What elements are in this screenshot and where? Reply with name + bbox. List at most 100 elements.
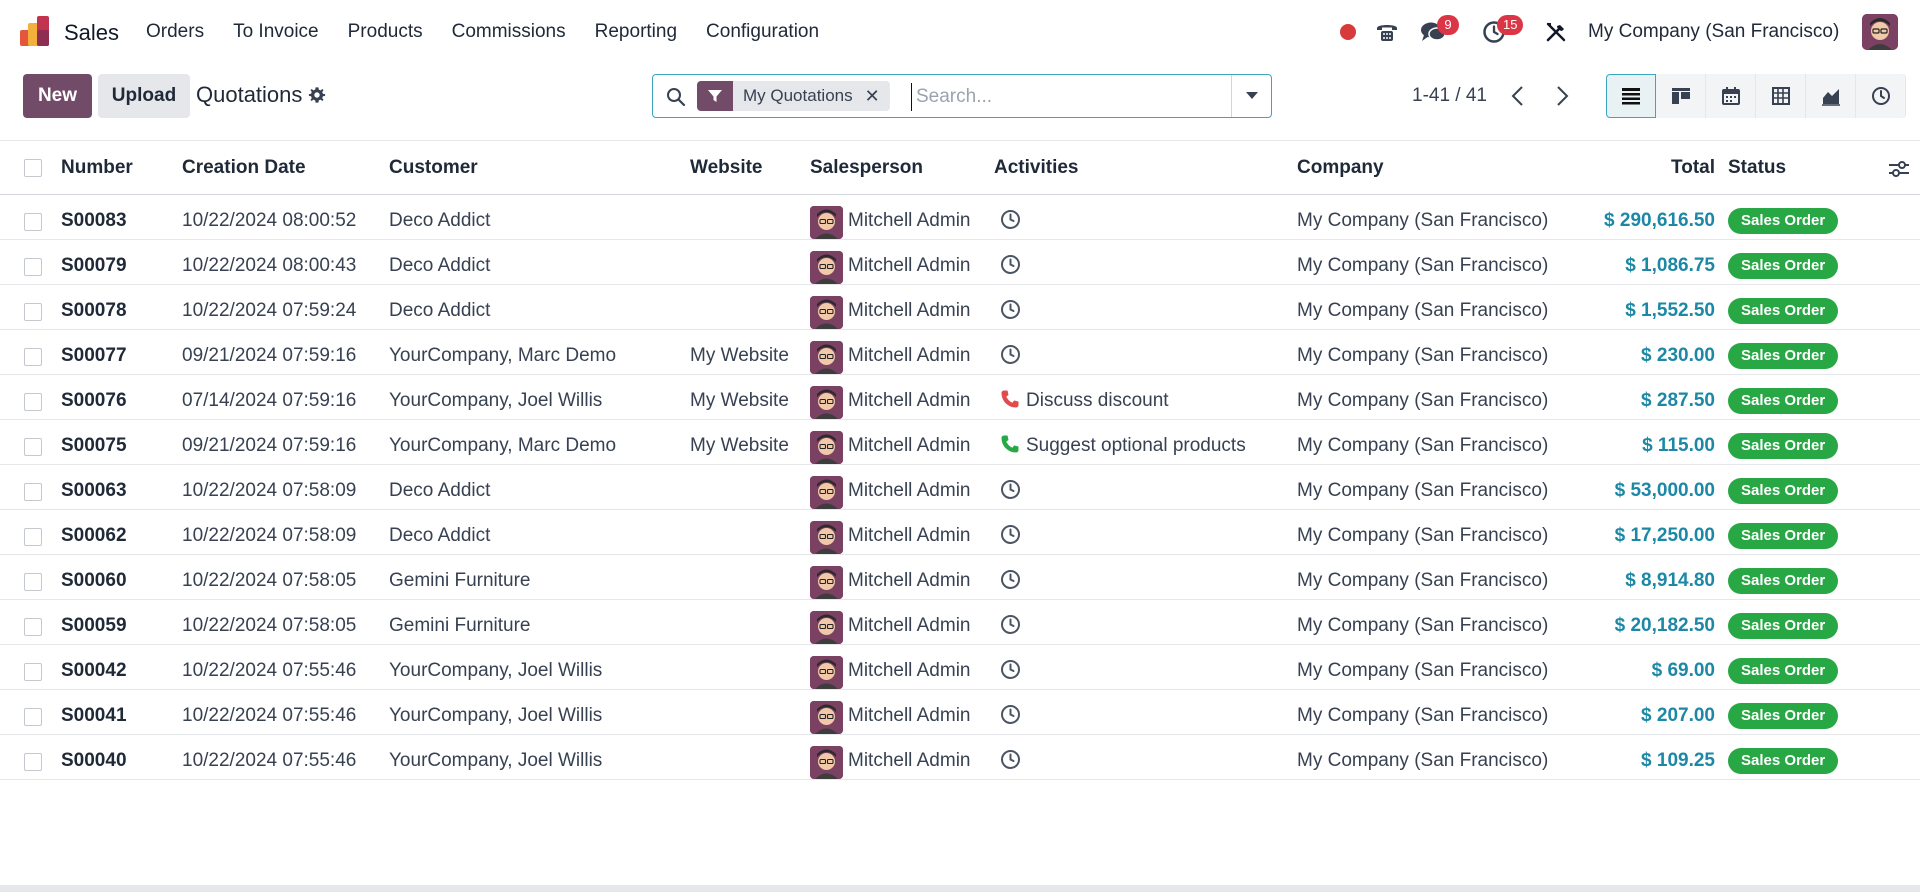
row-checkbox[interactable] [24,348,42,366]
menu-orders[interactable]: Orders [146,21,204,43]
row-checkbox[interactable] [24,753,42,771]
table-row[interactable]: S00078 10/22/2024 07:59:24 Deco Addict M… [0,285,1920,330]
row-checkbox[interactable] [24,303,42,321]
sales-app-logo-icon[interactable] [20,16,52,46]
row-checkbox[interactable] [24,438,42,456]
header-customer[interactable]: Customer [389,157,478,179]
creation-date: 10/22/2024 07:58:05 [182,570,357,591]
pivot-view-button[interactable] [1756,74,1806,118]
header-number[interactable]: Number [61,157,133,179]
menu-to-invoice[interactable]: To Invoice [233,21,319,43]
pager-next-icon[interactable] [1552,84,1572,108]
optional-columns-icon[interactable] [1888,160,1910,178]
header-website[interactable]: Website [690,157,763,179]
header-salesperson[interactable]: Salesperson [810,157,923,179]
table-row[interactable]: S00063 10/22/2024 07:58:09 Deco Addict M… [0,465,1920,510]
search-icon[interactable] [666,87,686,107]
caret-down-icon [1245,92,1258,99]
header-company[interactable]: Company [1297,157,1384,179]
main-menu: Orders To Invoice Products Commissions R… [146,21,848,43]
header-status[interactable]: Status [1728,157,1786,179]
clock-icon[interactable] [1000,659,1021,680]
activity-view-button[interactable] [1856,74,1906,118]
table-row[interactable]: S00083 10/22/2024 08:00:52 Deco Addict M… [0,195,1920,240]
table-row[interactable]: S00079 10/22/2024 08:00:43 Deco Addict M… [0,240,1920,285]
row-checkbox[interactable] [24,258,42,276]
pager-previous-icon[interactable] [1508,84,1528,108]
row-checkbox[interactable] [24,528,42,546]
remove-facet-icon[interactable]: ✕ [865,86,890,107]
row-checkbox[interactable] [24,393,42,411]
table-row[interactable]: S00040 10/22/2024 07:55:46 YourCompany, … [0,735,1920,780]
list-icon [1622,88,1640,105]
clock-icon[interactable] [1000,299,1021,320]
phone-icon[interactable] [1374,19,1400,45]
salesperson-avatar [810,656,843,689]
list-view-button[interactable] [1606,74,1656,118]
company-switcher[interactable]: My Company (San Francisco) [1588,21,1839,43]
clock-icon[interactable] [1000,569,1021,590]
clock-icon[interactable] [1000,749,1021,770]
clock-icon[interactable] [1000,479,1021,500]
table-row[interactable]: S00076 07/14/2024 07:59:16 YourCompany, … [0,375,1920,420]
breadcrumb: Quotations [196,82,326,108]
phone-green-icon[interactable] [1000,434,1020,454]
header-total[interactable]: Total [1671,157,1715,179]
pager-value[interactable]: 1-41 / 41 [1412,85,1487,107]
horizontal-scrollbar[interactable] [0,885,1920,892]
search-options-toggle[interactable] [1231,75,1271,117]
recording-indicator-icon[interactable] [1340,24,1356,40]
header-creation-date[interactable]: Creation Date [182,157,306,179]
menu-commissions[interactable]: Commissions [452,21,566,43]
new-button[interactable]: New [23,74,92,118]
menu-reporting[interactable]: Reporting [595,21,677,43]
table-row[interactable]: S00077 09/21/2024 07:59:16 YourCompany, … [0,330,1920,375]
status-badge: Sales Order [1728,703,1839,729]
clock-icon[interactable] [1000,344,1021,365]
app-name[interactable]: Sales [64,20,119,46]
search-input[interactable] [911,83,1231,111]
menu-configuration[interactable]: Configuration [706,21,819,43]
gear-icon[interactable] [308,86,326,104]
row-checkbox[interactable] [24,213,42,231]
creation-date: 09/21/2024 07:59:16 [182,345,357,366]
select-all-checkbox[interactable] [24,159,42,177]
search-bar: My Quotations ✕ [652,74,1272,118]
upload-button[interactable]: Upload [98,74,190,118]
table-row[interactable]: S00062 10/22/2024 07:58:09 Deco Addict M… [0,510,1920,555]
table-row[interactable]: S00060 10/22/2024 07:58:05 Gemini Furnit… [0,555,1920,600]
filter-icon [697,81,733,111]
status-badge: Sales Order [1728,523,1839,549]
user-avatar[interactable] [1862,14,1898,50]
table-row[interactable]: S00075 09/21/2024 07:59:16 YourCompany, … [0,420,1920,465]
clock-icon[interactable] [1000,614,1021,635]
debug-tools-icon[interactable] [1544,20,1568,44]
row-checkbox[interactable] [24,708,42,726]
status-badge: Sales Order [1728,568,1839,594]
menu-products[interactable]: Products [348,21,423,43]
company-name: My Company (San Francisco) [1297,435,1549,456]
calendar-view-button[interactable] [1706,74,1756,118]
kanban-view-button[interactable] [1656,74,1706,118]
table-row[interactable]: S00042 10/22/2024 07:55:46 YourCompany, … [0,645,1920,690]
phone-red-icon[interactable] [1000,389,1020,409]
clock-icon[interactable] [1000,209,1021,230]
status-badge: Sales Order [1728,748,1839,774]
clock-icon[interactable] [1000,704,1021,725]
row-checkbox[interactable] [24,483,42,501]
table-row[interactable]: S00041 10/22/2024 07:55:46 YourCompany, … [0,690,1920,735]
graph-view-button[interactable] [1806,74,1856,118]
row-checkbox[interactable] [24,663,42,681]
table-row[interactable]: S00059 10/22/2024 07:58:05 Gemini Furnit… [0,600,1920,645]
salesperson-name: Mitchell Admin [848,750,971,771]
row-checkbox[interactable] [24,573,42,591]
salesperson-avatar-image [810,566,843,599]
activity-summary[interactable]: Suggest optional products [1026,435,1246,457]
header-activities[interactable]: Activities [994,157,1078,179]
row-checkbox[interactable] [24,618,42,636]
order-total: $ 109.25 [1641,750,1715,771]
activity-summary[interactable]: Discuss discount [1026,390,1169,412]
clock-icon[interactable] [1000,524,1021,545]
clock-icon[interactable] [1000,254,1021,275]
salesperson-avatar-image [810,341,843,374]
